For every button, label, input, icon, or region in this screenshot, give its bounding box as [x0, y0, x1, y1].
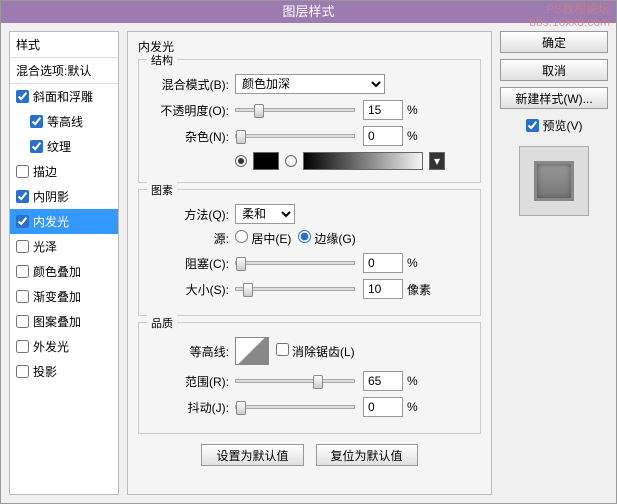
- new-style-button[interactable]: 新建样式(W)...: [500, 87, 608, 109]
- dialog-buttons: 确定 取消 新建样式(W)... 预览(V): [500, 31, 608, 495]
- choke-input[interactable]: [363, 253, 403, 273]
- style-label: 外发光: [33, 338, 69, 355]
- opacity-label: 不透明度(O):: [149, 102, 229, 119]
- style-label: 图案叠加: [33, 313, 81, 330]
- noise-input[interactable]: [363, 126, 403, 146]
- size-input[interactable]: [363, 279, 403, 299]
- style-label: 内阴影: [33, 188, 69, 205]
- range-input[interactable]: [363, 371, 403, 391]
- style-checkbox[interactable]: [16, 365, 29, 378]
- jitter-label: 抖动(J):: [149, 399, 229, 416]
- style-item-7[interactable]: 颜色叠加: [10, 259, 118, 284]
- color-swatch[interactable]: [253, 152, 279, 170]
- source-center-radio[interactable]: 居中(E): [235, 230, 291, 247]
- style-label: 等高线: [47, 113, 83, 130]
- source-label: 源:: [149, 230, 229, 247]
- style-item-4[interactable]: 内阴影: [10, 184, 118, 209]
- gradient-radio[interactable]: [285, 155, 297, 167]
- range-slider[interactable]: [235, 379, 355, 383]
- contour-label: 等高线:: [149, 343, 229, 360]
- color-radio[interactable]: [235, 155, 247, 167]
- choke-slider[interactable]: [235, 261, 355, 265]
- style-label: 纹理: [47, 138, 71, 155]
- preview-thumbnail: [519, 146, 589, 216]
- ok-button[interactable]: 确定: [500, 31, 608, 53]
- style-checkbox[interactable]: [16, 165, 29, 178]
- reset-default-button[interactable]: 复位为默认值: [316, 444, 418, 466]
- blend-options-default[interactable]: 混合选项:默认: [10, 58, 118, 84]
- size-slider[interactable]: [235, 287, 355, 291]
- style-item-8[interactable]: 渐变叠加: [10, 284, 118, 309]
- make-default-button[interactable]: 设置为默认值: [201, 444, 303, 466]
- method-label: 方法(Q):: [149, 206, 229, 223]
- noise-slider[interactable]: [235, 134, 355, 138]
- style-item-9[interactable]: 图案叠加: [10, 309, 118, 334]
- gradient-swatch[interactable]: [303, 152, 423, 170]
- style-label: 颜色叠加: [33, 263, 81, 280]
- effect-title: 内发光: [138, 38, 481, 55]
- gradient-dropdown[interactable]: ▾: [429, 152, 445, 170]
- style-label: 描边: [33, 163, 57, 180]
- style-label: 斜面和浮雕: [33, 88, 93, 105]
- effect-settings: 内发光 结构 混合模式(B): 颜色加深 不透明度(O): % 杂色(N):: [127, 31, 492, 495]
- style-checkbox[interactable]: [16, 290, 29, 303]
- method-select[interactable]: 柔和: [235, 204, 295, 224]
- style-item-6[interactable]: 光泽: [10, 234, 118, 259]
- style-checkbox[interactable]: [30, 115, 43, 128]
- antialias-checkbox[interactable]: 消除锯齿(L): [276, 343, 355, 360]
- blend-mode-select[interactable]: 颜色加深: [235, 74, 385, 94]
- choke-label: 阻塞(C):: [149, 255, 229, 272]
- style-item-0[interactable]: 斜面和浮雕: [10, 84, 118, 109]
- style-item-2[interactable]: 纹理: [10, 134, 118, 159]
- style-checkbox[interactable]: [16, 240, 29, 253]
- style-checkbox[interactable]: [16, 265, 29, 278]
- style-item-3[interactable]: 描边: [10, 159, 118, 184]
- styles-list: 样式 混合选项:默认 斜面和浮雕等高线纹理描边内阴影内发光光泽颜色叠加渐变叠加图…: [9, 31, 119, 495]
- style-item-5[interactable]: 内发光: [10, 209, 118, 234]
- titlebar: 图层样式: [1, 1, 616, 23]
- noise-label: 杂色(N):: [149, 128, 229, 145]
- style-label: 内发光: [33, 213, 69, 230]
- elements-group: 图素 方法(Q): 柔和 源: 居中(E) 边缘(G) 阻塞(C): %: [138, 189, 481, 316]
- style-item-11[interactable]: 投影: [10, 359, 118, 384]
- style-label: 渐变叠加: [33, 288, 81, 305]
- source-edge-radio[interactable]: 边缘(G): [298, 230, 356, 247]
- style-checkbox[interactable]: [16, 215, 29, 228]
- opacity-input[interactable]: [363, 100, 403, 120]
- style-checkbox[interactable]: [30, 140, 43, 153]
- quality-group: 品质 等高线: 消除锯齿(L) 范围(R): % 抖动(J):: [138, 322, 481, 434]
- contour-picker[interactable]: [235, 337, 269, 365]
- cancel-button[interactable]: 取消: [500, 59, 608, 81]
- styles-header: 样式: [10, 32, 118, 58]
- blend-mode-label: 混合模式(B):: [149, 76, 229, 93]
- style-checkbox[interactable]: [16, 315, 29, 328]
- range-label: 范围(R):: [149, 373, 229, 390]
- watermark: PS教程论坛bbs.16xx8.com: [529, 3, 610, 29]
- style-label: 光泽: [33, 238, 57, 255]
- style-checkbox[interactable]: [16, 340, 29, 353]
- style-label: 投影: [33, 363, 57, 380]
- preview-checkbox[interactable]: 预览(V): [500, 117, 608, 134]
- size-label: 大小(S):: [149, 281, 229, 298]
- style-item-10[interactable]: 外发光: [10, 334, 118, 359]
- layer-style-dialog: 图层样式 PS教程论坛bbs.16xx8.com 样式 混合选项:默认 斜面和浮…: [0, 0, 617, 504]
- style-checkbox[interactable]: [16, 190, 29, 203]
- style-item-1[interactable]: 等高线: [10, 109, 118, 134]
- style-checkbox[interactable]: [16, 90, 29, 103]
- structure-group: 结构 混合模式(B): 颜色加深 不透明度(O): % 杂色(N): %: [138, 59, 481, 183]
- jitter-slider[interactable]: [235, 405, 355, 409]
- opacity-slider[interactable]: [235, 108, 355, 112]
- jitter-input[interactable]: [363, 397, 403, 417]
